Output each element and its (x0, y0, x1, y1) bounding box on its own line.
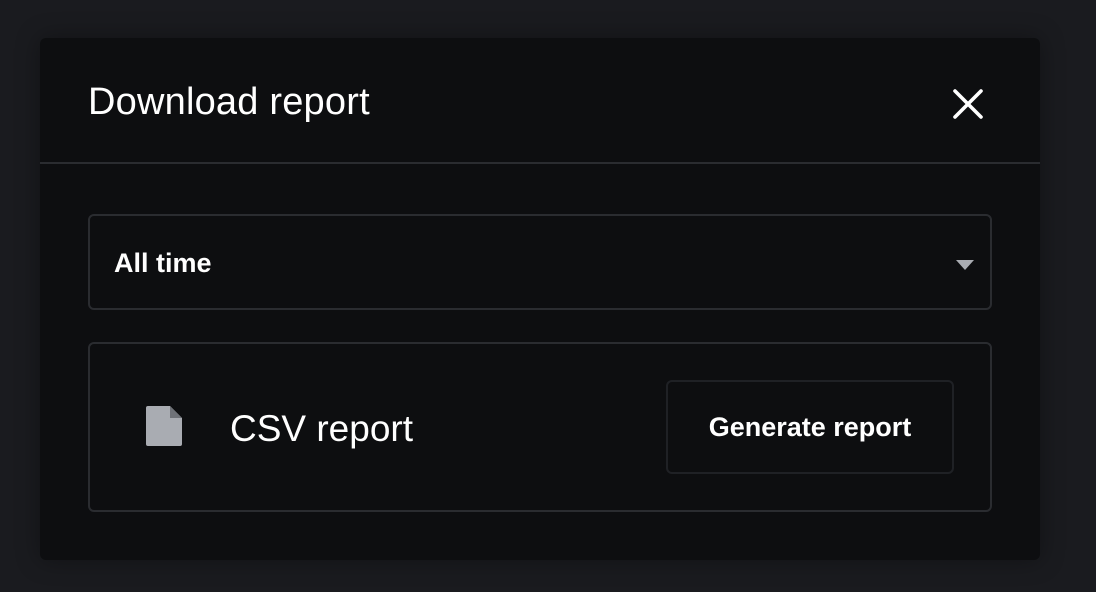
caret-down-icon (956, 260, 974, 270)
report-type-label: CSV report (230, 408, 414, 449)
close-button[interactable] (946, 82, 990, 126)
period-select[interactable]: All time (88, 214, 992, 310)
csv-report-card: CSV report Generate report (88, 342, 992, 512)
period-select-value: All time (114, 248, 212, 278)
close-icon (953, 89, 983, 119)
generate-report-button[interactable]: Generate report (666, 380, 954, 474)
dialog-title: Download report (88, 81, 370, 123)
dialog-header: Download report (40, 38, 1040, 164)
download-report-dialog: Download report All time CSV report Gene… (40, 38, 1040, 560)
file-icon (146, 406, 182, 446)
